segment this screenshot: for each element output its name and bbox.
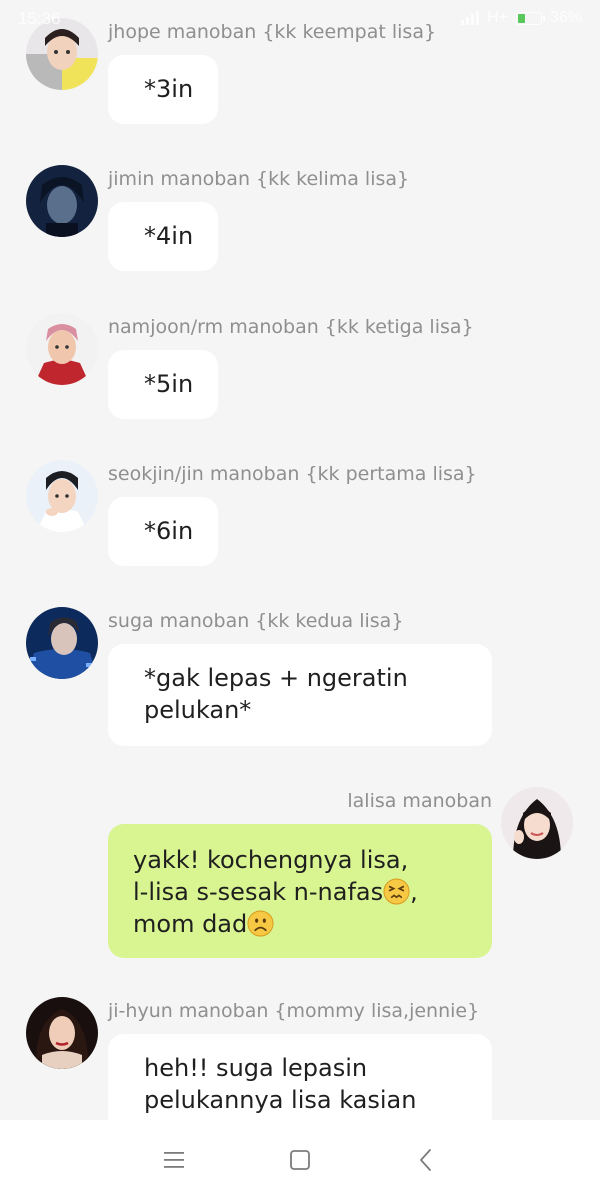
message-bubble[interactable]: *3in xyxy=(108,55,218,124)
message-bubble[interactable]: *gak lepas + ngeratin pelukan* xyxy=(108,644,492,746)
chat-scroll-area[interactable]: jhope manoban {kk keempat lisa} *3in jim… xyxy=(0,0,600,1120)
sender-name: jimin manoban {kk kelima lisa} xyxy=(108,168,410,190)
message-text: l-lisa s-sesak n-nafas xyxy=(133,878,384,906)
back-icon xyxy=(420,1149,431,1171)
message-bubble[interactable]: yakk! kochengnya lisa, l-lisa s-sesak n-… xyxy=(108,824,492,958)
menu-button[interactable] xyxy=(156,1142,192,1178)
sender-name: ji-hyun manoban {mommy lisa,jennie} xyxy=(108,1000,480,1022)
home-button[interactable] xyxy=(282,1142,318,1178)
sender-name: jhope manoban {kk keempat lisa} xyxy=(108,21,437,43)
sender-name: namjoon/rm manoban {kk ketiga lisa} xyxy=(108,316,474,338)
message-text: heh!! suga lepasin xyxy=(144,1054,368,1082)
message-text: pelukan* xyxy=(144,696,252,724)
navigation-bar xyxy=(0,1120,600,1200)
message-text: mom dad xyxy=(133,910,248,938)
frowning-face-emoji xyxy=(247,910,274,937)
message-bubble[interactable]: *5in xyxy=(108,350,218,419)
avatar-jhope[interactable] xyxy=(26,18,98,90)
avatar-suga[interactable] xyxy=(26,607,98,679)
message-bubble[interactable]: heh!! suga lepasin pelukannya lisa kasia… xyxy=(108,1034,492,1120)
sender-name: seokjin/jin manoban {kk pertama lisa} xyxy=(108,463,477,485)
avatar-jimin[interactable] xyxy=(26,165,98,237)
avatar-jihyun[interactable] xyxy=(26,997,98,1069)
message-text: yakk! kochengnya lisa, xyxy=(133,846,409,874)
message-text: pelukannya lisa kasian xyxy=(144,1086,417,1114)
back-button[interactable] xyxy=(408,1142,444,1178)
message-text-line: mom dad xyxy=(133,908,468,940)
home-icon xyxy=(290,1150,310,1170)
message-bubble[interactable]: *6in xyxy=(108,497,218,566)
message-text: , xyxy=(410,878,418,906)
message-text: *3in xyxy=(144,75,194,103)
message-text: *gak lepas + ngeratin xyxy=(144,664,408,692)
message-bubble[interactable]: *4in xyxy=(108,202,218,271)
message-text: *6in xyxy=(144,517,194,545)
message-text-line: l-lisa s-sesak n-nafas , xyxy=(133,876,468,908)
persevering-face-emoji xyxy=(383,878,410,905)
avatar-seokjin[interactable] xyxy=(26,460,98,532)
message-text: *5in xyxy=(144,370,194,398)
message-text: *4in xyxy=(144,222,194,250)
avatar-lalisa[interactable] xyxy=(501,787,573,859)
menu-icon xyxy=(164,1152,184,1168)
avatar-namjoon[interactable] xyxy=(26,313,98,385)
sender-name: suga manoban {kk kedua lisa} xyxy=(108,610,404,632)
sender-name: lalisa manoban xyxy=(347,790,492,812)
